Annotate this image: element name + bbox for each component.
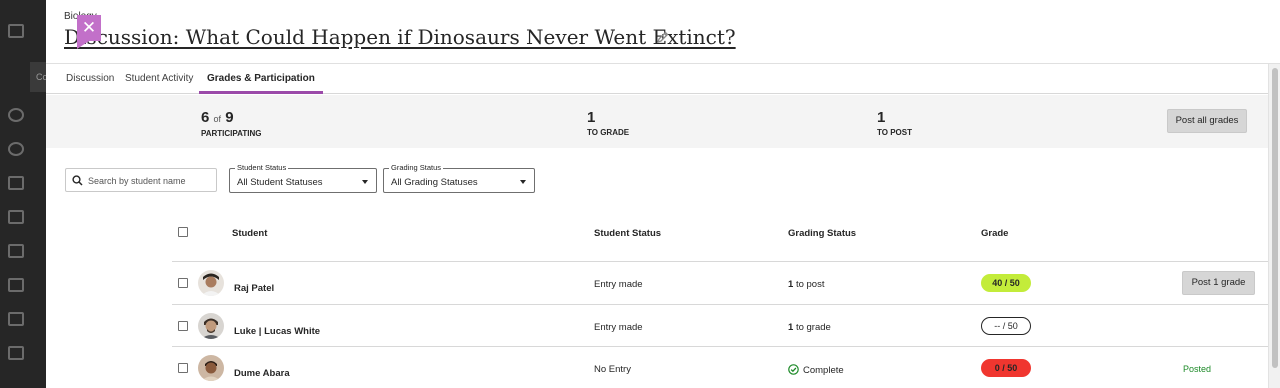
- tab-student-activity[interactable]: Student Activity: [125, 64, 193, 94]
- row-checkbox[interactable]: [178, 321, 188, 331]
- post-grade-button[interactable]: Post 1 grade: [1182, 271, 1255, 295]
- participation-summary: 6 of 9 PARTICIPATING 1 TO GRADE 1 TO POS…: [46, 95, 1280, 148]
- menu-icon: [8, 24, 24, 38]
- student-status: Entry made: [594, 322, 643, 333]
- avatar: [198, 313, 224, 339]
- table-row: Raj Patel Entry made 1 to post 40 / 50 P…: [46, 262, 1280, 304]
- grade-pill[interactable]: -- / 50: [981, 317, 1031, 335]
- student-search: [65, 168, 217, 192]
- table-row: Luke | Lucas White Entry made 1 to grade…: [46, 305, 1280, 347]
- background-course-tab: Co: [30, 62, 48, 92]
- table-row: Dume Abara No Entry Complete 0 / 50 Post…: [46, 347, 1280, 388]
- to-grade-stat: 1 TO GRADE: [587, 109, 630, 137]
- student-status: Entry made: [594, 279, 643, 290]
- tab-discussion[interactable]: Discussion: [66, 64, 114, 94]
- to-post-stat: 1 TO POST: [877, 109, 912, 137]
- column-header-student-status[interactable]: Student Status: [594, 228, 661, 239]
- grade-pill[interactable]: 40 / 50: [981, 274, 1031, 292]
- column-header-grade[interactable]: Grade: [981, 228, 1008, 239]
- tools-icon: [8, 346, 24, 360]
- scrollbar-thumb[interactable]: [1272, 68, 1278, 368]
- row-checkbox[interactable]: [178, 278, 188, 288]
- avatar: [198, 355, 224, 381]
- search-icon: [72, 175, 83, 186]
- posted-status: Posted: [1183, 364, 1212, 374]
- participating-stat: 6 of 9 PARTICIPATING: [201, 109, 262, 138]
- organizations-icon: [8, 210, 24, 224]
- grading-status: 1 to grade: [788, 322, 831, 333]
- grading-status: Complete: [788, 364, 844, 376]
- post-all-grades-button[interactable]: Post all grades: [1167, 109, 1247, 133]
- check-circle-icon: [788, 364, 799, 375]
- avatar: [198, 270, 224, 296]
- grade-pill[interactable]: 0 / 50: [981, 359, 1031, 377]
- column-header-student[interactable]: Student: [232, 228, 267, 239]
- grades-icon: [8, 312, 24, 326]
- globe-icon: [8, 142, 24, 156]
- close-panel-button[interactable]: ✕: [77, 15, 101, 49]
- messages-icon: [8, 278, 24, 292]
- select-all-checkbox[interactable]: [178, 227, 188, 237]
- column-header-grading-status[interactable]: Grading Status: [788, 228, 856, 239]
- grading-status: 1 to post: [788, 279, 825, 290]
- courses-icon: [8, 176, 24, 190]
- calendar-icon: [8, 244, 24, 258]
- search-input[interactable]: [88, 173, 214, 188]
- student-status: No Entry: [594, 364, 631, 375]
- edit-pencil-icon[interactable]: [656, 30, 670, 44]
- student-name[interactable]: Dume Abara: [234, 368, 290, 379]
- profile-icon: [8, 108, 24, 122]
- close-icon: ✕: [81, 18, 97, 37]
- tab-bar: Discussion Student Activity Grades & Par…: [46, 63, 1280, 94]
- scrollbar[interactable]: [1268, 64, 1280, 388]
- row-checkbox[interactable]: [178, 363, 188, 373]
- chevron-down-icon: [362, 180, 368, 184]
- student-status-select[interactable]: Student Status All Student Statuses: [229, 163, 377, 193]
- tab-grades-participation[interactable]: Grades & Participation: [199, 64, 323, 94]
- student-name[interactable]: Raj Patel: [234, 283, 274, 294]
- discussion-panel: ✕ Biology Discussion: What Could Happen …: [46, 0, 1280, 388]
- background-app-nav: [0, 0, 46, 388]
- page-title[interactable]: Discussion: What Could Happen if Dinosau…: [64, 25, 736, 49]
- grading-status-select[interactable]: Grading Status All Grading Statuses: [383, 163, 535, 193]
- student-name[interactable]: Luke | Lucas White: [234, 326, 320, 337]
- chevron-down-icon: [520, 180, 526, 184]
